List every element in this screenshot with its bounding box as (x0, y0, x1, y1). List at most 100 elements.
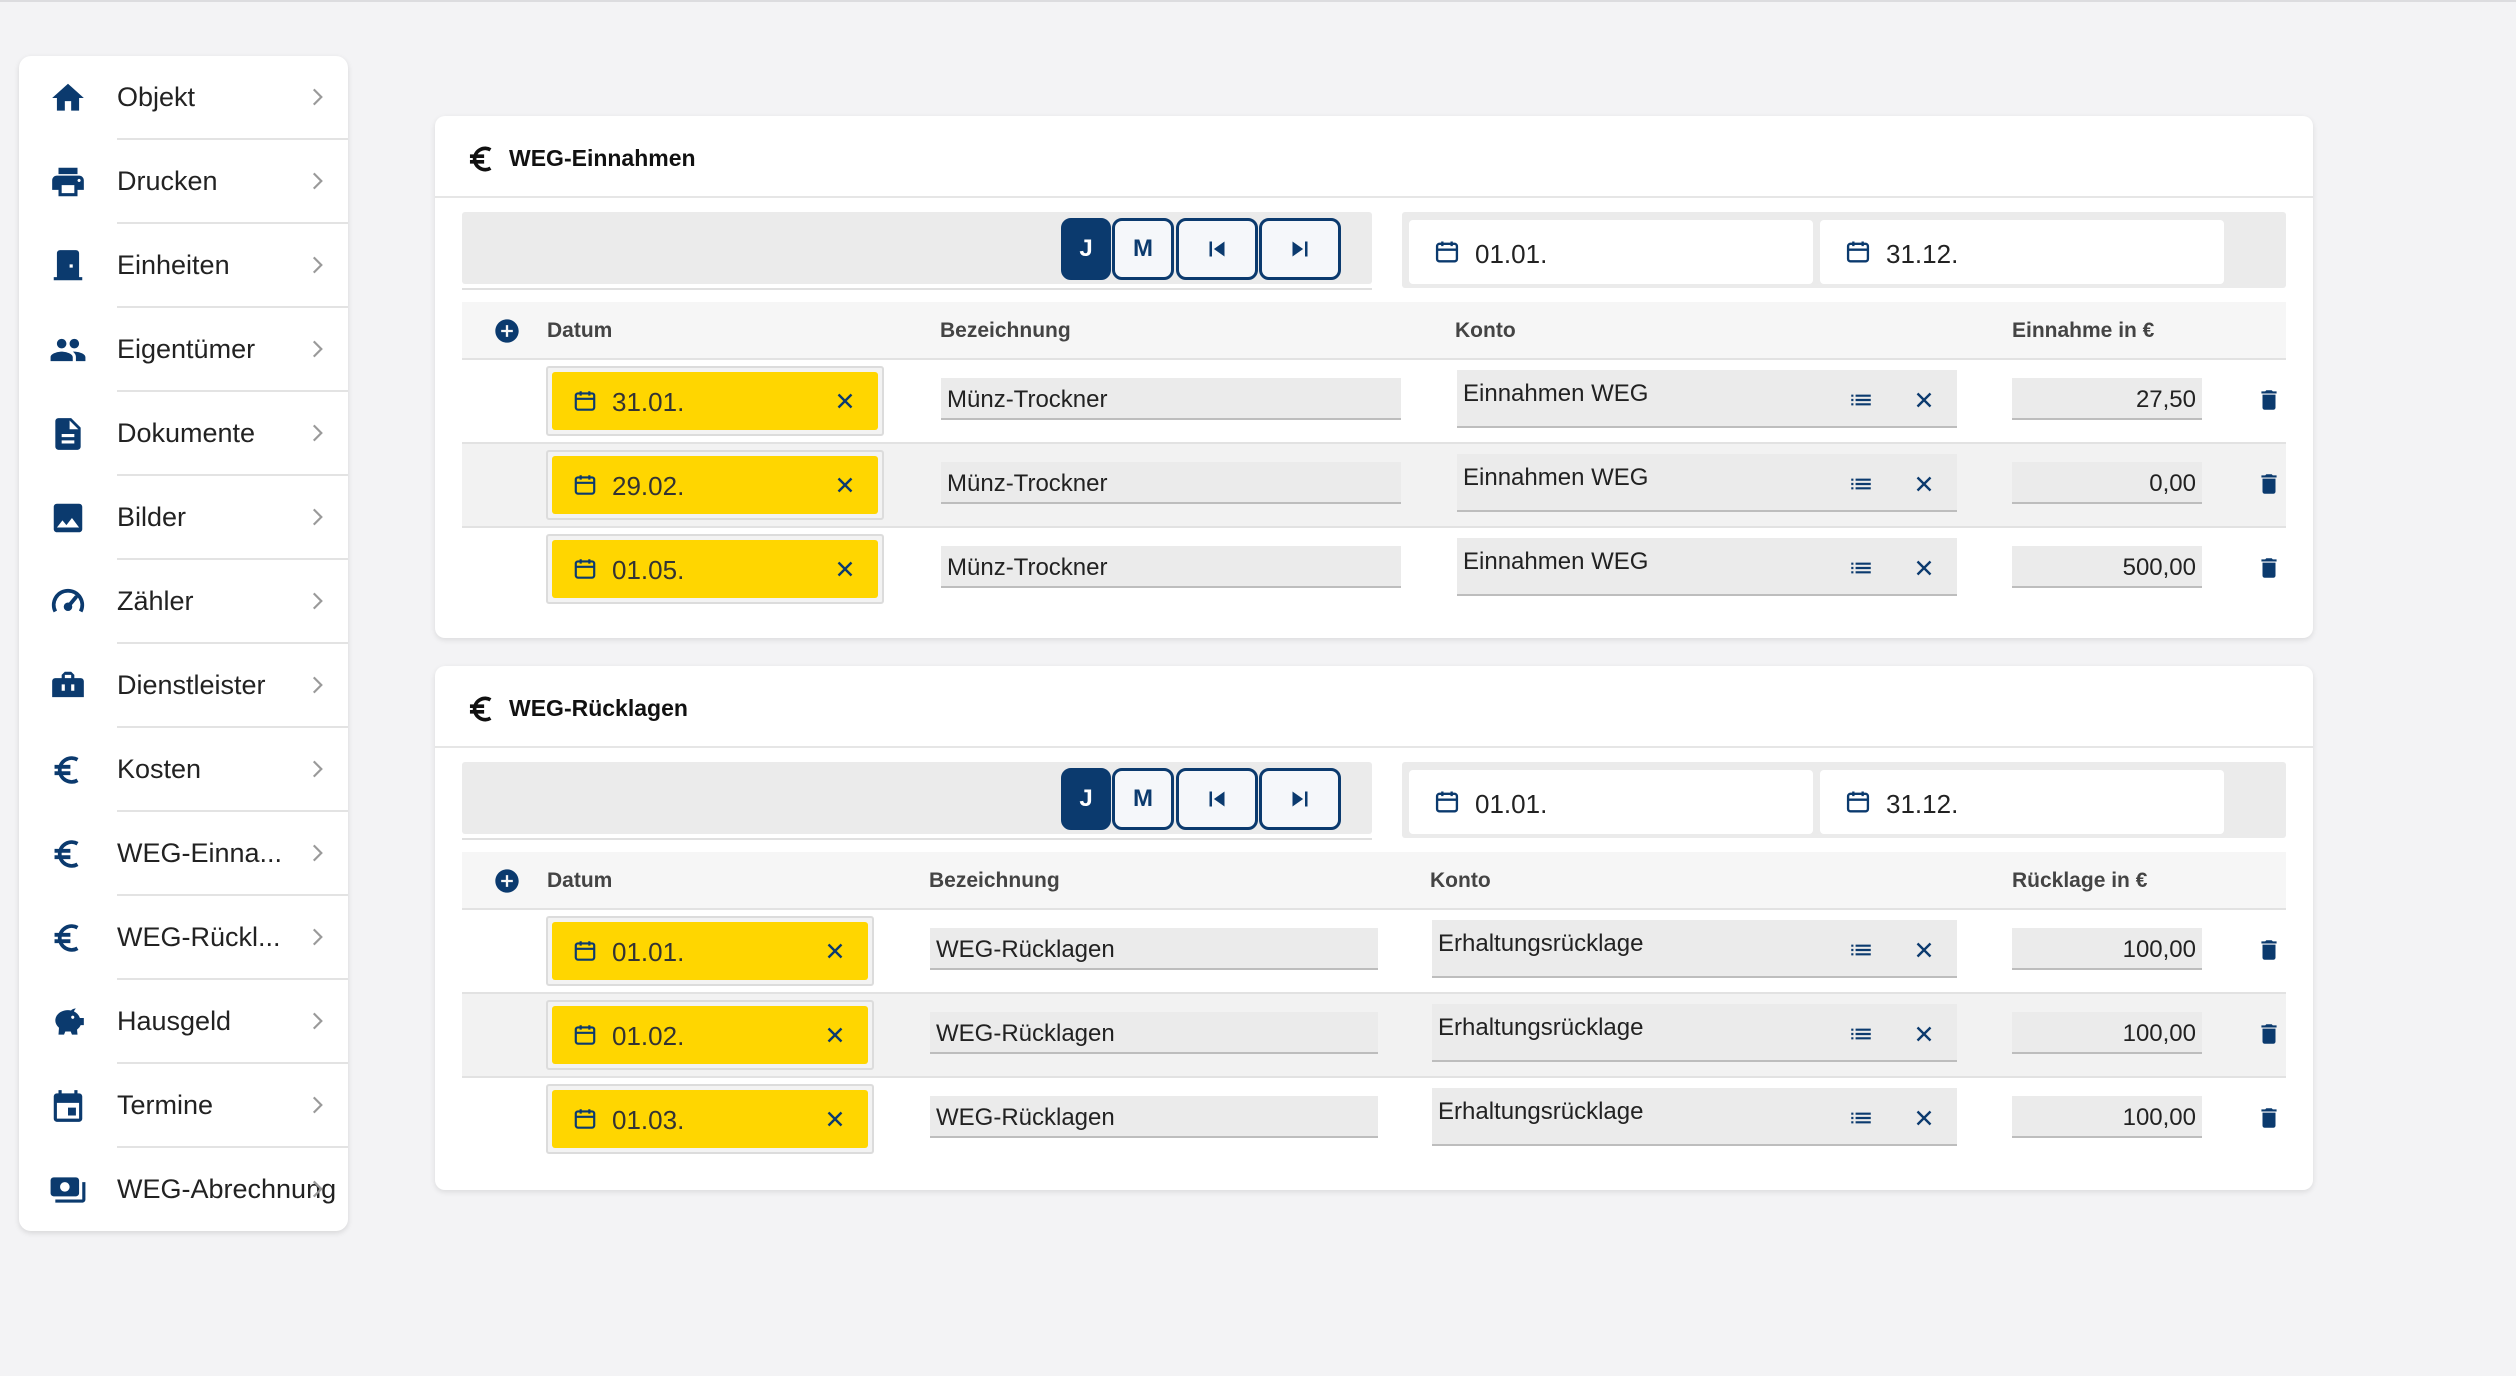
close-icon[interactable] (1911, 387, 1937, 413)
next-period-button[interactable] (1259, 218, 1341, 280)
konto-field[interactable]: Erhaltungsrücklage (1432, 1088, 1957, 1146)
amount-field[interactable]: 100,00 (2012, 1012, 2202, 1054)
sidebar-item-termine[interactable]: Termine (19, 1064, 348, 1148)
delete-icon[interactable] (2256, 1020, 2282, 1048)
sidebar-item-hausgeld[interactable]: Hausgeld (19, 980, 348, 1064)
bezeichnung-field[interactable]: Münz-Trockner (941, 378, 1401, 420)
date-to-field[interactable]: 31.12. (1820, 220, 2224, 284)
delete-icon[interactable] (2256, 554, 2282, 582)
date-from-field[interactable]: 01.01. (1409, 770, 1813, 834)
add-circle-icon[interactable] (493, 867, 521, 895)
sidebar-item-label: Einheiten (117, 250, 230, 280)
close-icon[interactable] (822, 1022, 848, 1048)
amount-field[interactable]: 500,00 (2012, 546, 2202, 588)
previous-period-button[interactable] (1176, 218, 1258, 280)
amount-field[interactable]: 27,50 (2012, 378, 2202, 420)
bezeichnung-field[interactable]: WEG-Rücklagen (930, 1096, 1378, 1138)
list-icon[interactable] (1848, 555, 1874, 581)
close-icon[interactable] (832, 472, 858, 498)
card-title: WEG-Einnahmen (509, 145, 696, 171)
delete-icon[interactable] (2256, 936, 2282, 964)
table-row: 01.02. WEG-Rücklagen Erhaltungsrücklage … (462, 994, 2286, 1078)
sidebar-item-label: WEG-Einna... (117, 838, 283, 868)
next-period-button[interactable] (1259, 768, 1341, 830)
amount-field[interactable]: 100,00 (2012, 928, 2202, 970)
close-icon[interactable] (1911, 471, 1937, 497)
sidebar-item-weg-ruecklagen[interactable]: WEG-Rückl... (19, 896, 348, 980)
bezeichnung-field[interactable]: WEG-Rücklagen (930, 1012, 1378, 1054)
konto-field[interactable]: Einnahmen WEG (1457, 538, 1957, 596)
date-field[interactable]: 01.02. (552, 1006, 868, 1064)
sidebar-item-label: WEG-Rückl... (117, 922, 281, 952)
list-icon[interactable] (1848, 471, 1874, 497)
sidebar-item-bilder[interactable]: Bilder (19, 476, 348, 560)
add-circle-icon[interactable] (493, 317, 521, 345)
amount-field[interactable]: 100,00 (2012, 1096, 2202, 1138)
date-field[interactable]: 01.01. (552, 922, 868, 980)
close-icon[interactable] (1911, 937, 1937, 963)
sidebar-item-dokumente[interactable]: Dokumente (19, 392, 348, 476)
month-button[interactable]: M (1112, 218, 1174, 280)
sidebar-item-weg-abrechnung[interactable]: WEG-Abrechnung (19, 1148, 348, 1232)
konto-field[interactable]: Erhaltungsrücklage (1432, 1004, 1957, 1062)
door-icon (49, 247, 87, 285)
konto-value: Einnahmen WEG (1463, 464, 1649, 491)
sidebar-item-objekt[interactable]: Objekt (19, 56, 348, 140)
close-icon[interactable] (1911, 555, 1937, 581)
delete-icon[interactable] (2256, 470, 2282, 498)
sidebar-item-zaehler[interactable]: Zähler (19, 560, 348, 644)
column-header-datum: Datum (547, 869, 613, 892)
close-icon[interactable] (832, 556, 858, 582)
delete-icon[interactable] (2256, 386, 2282, 414)
month-button[interactable]: M (1112, 768, 1174, 830)
chevron-right-icon (304, 922, 330, 952)
close-icon[interactable] (832, 388, 858, 414)
date-from-field[interactable]: 01.01. (1409, 220, 1813, 284)
sidebar-item-label: Eigentümer (117, 334, 256, 364)
konto-field[interactable]: Einnahmen WEG (1457, 454, 1957, 512)
close-icon[interactable] (822, 938, 848, 964)
sidebar-item-einheiten[interactable]: Einheiten (19, 224, 348, 308)
konto-field[interactable]: Einnahmen WEG (1457, 370, 1957, 428)
close-icon[interactable] (1911, 1105, 1937, 1131)
bezeichnung-field[interactable]: Münz-Trockner (941, 462, 1401, 504)
previous-period-button[interactable] (1176, 768, 1258, 830)
sidebar-item-kosten[interactable]: Kosten (19, 728, 348, 812)
date-value: 29.02. (612, 471, 685, 501)
sidebar-item-drucken[interactable]: Drucken (19, 140, 348, 224)
bezeichnung-field[interactable]: WEG-Rücklagen (930, 928, 1378, 970)
list-icon[interactable] (1848, 387, 1874, 413)
sidebar-item-dienstleister[interactable]: Dienstleister (19, 644, 348, 728)
bezeichnung-field[interactable]: Münz-Trockner (941, 546, 1401, 588)
konto-value: Erhaltungsrücklage (1438, 1098, 1644, 1125)
konto-field[interactable]: Erhaltungsrücklage (1432, 920, 1957, 978)
date-field[interactable]: 01.03. (552, 1090, 868, 1148)
list-icon[interactable] (1848, 1105, 1874, 1131)
sidebar-item-eigentuemer[interactable]: Eigentümer (19, 308, 348, 392)
table-row: 31.01. Münz-Trockner Einnahmen WEG 27,50 (462, 360, 2286, 444)
date-cell: 29.02. (546, 450, 884, 520)
divider (462, 288, 1372, 290)
year-button[interactable]: J (1061, 768, 1111, 830)
date-cell: 01.01. (546, 916, 874, 986)
calendar-icon (572, 388, 598, 414)
date-value: 01.02. (612, 1021, 685, 1051)
list-icon[interactable] (1848, 937, 1874, 963)
date-field[interactable]: 01.05. (552, 540, 878, 598)
amount-field[interactable]: 0,00 (2012, 462, 2202, 504)
list-icon[interactable] (1848, 1021, 1874, 1047)
date-to-field[interactable]: 31.12. (1820, 770, 2224, 834)
delete-icon[interactable] (2256, 1104, 2282, 1132)
column-header-konto: Konto (1430, 869, 1491, 892)
year-button[interactable]: J (1061, 218, 1111, 280)
date-value: 31.01. (612, 387, 685, 417)
date-field[interactable]: 29.02. (552, 456, 878, 514)
date-field[interactable]: 31.01. (552, 372, 878, 430)
date-cell: 31.01. (546, 366, 884, 436)
close-icon[interactable] (1911, 1021, 1937, 1047)
table-header: Datum Bezeichnung Konto Einnahme in € (462, 302, 2286, 360)
close-icon[interactable] (822, 1106, 848, 1132)
sidebar-item-weg-einnahmen[interactable]: WEG-Einna... (19, 812, 348, 896)
euro-icon (49, 751, 87, 789)
konto-value: Einnahmen WEG (1463, 548, 1649, 575)
